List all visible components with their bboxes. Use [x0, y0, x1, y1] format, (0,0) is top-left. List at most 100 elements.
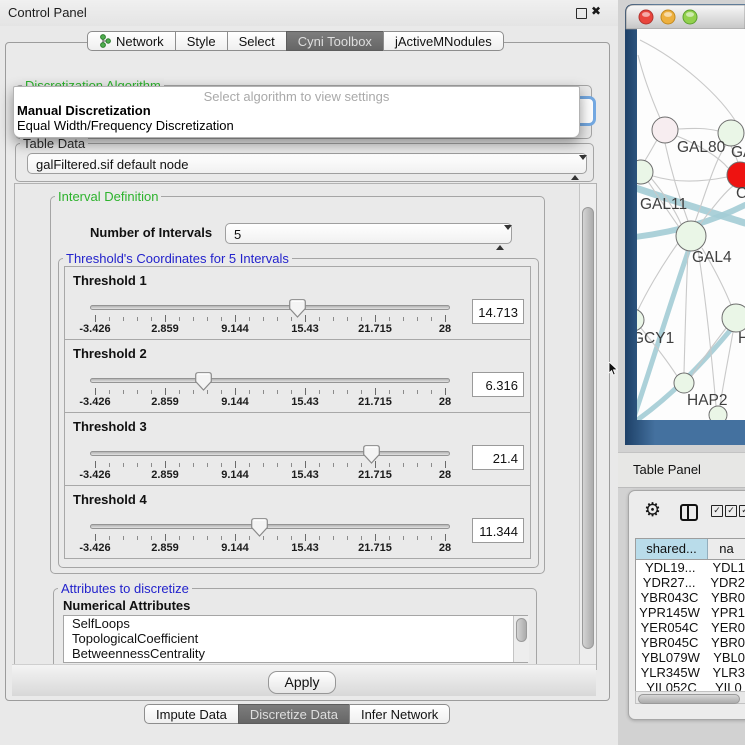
tab-select[interactable]: Select — [227, 31, 287, 51]
table-row[interactable]: YER054CYER0 — [636, 620, 745, 635]
H-node[interactable] — [722, 304, 745, 332]
tab-jactivemnodules[interactable]: jActiveMNodules — [383, 31, 504, 51]
cell-name[interactable]: YIL0 — [707, 680, 745, 691]
attributes-list-scrollbar-thumb[interactable] — [516, 618, 527, 642]
slider-tick-label: 9.144 — [205, 323, 265, 335]
table-row[interactable]: YIL052CYIL0 — [636, 680, 745, 691]
slider-tick — [221, 390, 222, 394]
tab-impute-data[interactable]: Impute Data — [144, 704, 239, 724]
cell-shared-name[interactable]: YER054C — [636, 620, 703, 635]
attributes-list-scrollbar[interactable] — [513, 616, 529, 662]
threshold-value-field[interactable]: 11.344 — [472, 518, 524, 543]
table-row[interactable]: YBL079WYBL0 — [636, 650, 745, 665]
table-data-combobox[interactable]: galFiltered.sif default node — [27, 153, 587, 174]
attribute-list-item[interactable]: TopologicalCoefficient — [64, 632, 527, 646]
tab-discretize-data-label: Discretize Data — [250, 707, 338, 722]
threshold-slider-thumb[interactable] — [251, 518, 268, 537]
cell-shared-name[interactable]: YPR145W — [636, 605, 703, 620]
numerical-attributes-list[interactable]: SelfLoopsTopologicalCoefficientBetweenne… — [63, 615, 528, 663]
slider-tick — [179, 463, 180, 467]
tab-discretize-data[interactable]: Discretize Data — [238, 704, 350, 724]
cell-name[interactable]: YDR2 — [702, 575, 745, 590]
slider-tick — [347, 317, 348, 321]
slider-tick — [277, 463, 278, 467]
split-pane-icon[interactable] — [680, 504, 698, 521]
vertical-scrollbar[interactable] — [579, 184, 596, 667]
checkbox-icon[interactable]: ✓ — [725, 505, 737, 517]
cell-name[interactable]: YLR3 — [704, 665, 745, 680]
cell-shared-name[interactable]: YIL052C — [636, 680, 707, 691]
gear-icon[interactable]: ⚙ — [644, 501, 661, 520]
cell-shared-name[interactable]: YBR045C — [636, 635, 703, 650]
table-row[interactable]: YLR345WYLR3 — [636, 665, 745, 680]
apply-button[interactable]: Apply — [268, 671, 336, 694]
vertical-scrollbar-thumb[interactable] — [582, 207, 594, 649]
threshold-slider-thumb[interactable] — [195, 372, 212, 391]
threshold-slider-track[interactable] — [90, 451, 450, 456]
cell-shared-name[interactable]: YLR345W — [636, 665, 704, 680]
numerical-attributes-heading: Numerical Attributes — [63, 598, 190, 613]
table-row[interactable]: YDL19...YDL1 — [636, 560, 745, 575]
slider-tick — [431, 317, 432, 321]
threshold-slider-track[interactable] — [90, 305, 450, 310]
threshold-slider-thumb[interactable] — [289, 299, 306, 318]
threshold-value-field[interactable]: 14.713 — [472, 299, 524, 324]
slider-tick — [319, 390, 320, 394]
slider-tick — [417, 390, 418, 394]
cell-shared-name[interactable]: YDL19... — [636, 560, 704, 575]
GAL4-node[interactable] — [676, 221, 706, 251]
slider-tick — [291, 390, 292, 394]
threshold-slider-thumb[interactable] — [363, 445, 380, 464]
table-row[interactable]: YBR043CYBR0 — [636, 590, 745, 605]
threshold-value-field[interactable]: 6.316 — [472, 372, 524, 397]
slider-tick — [277, 536, 278, 540]
tab-infer-network[interactable]: Infer Network — [349, 704, 450, 724]
table-row[interactable]: YPR145WYPR1 — [636, 605, 745, 620]
GAL80-node[interactable] — [652, 117, 678, 143]
table-header-row: shared... na — [635, 538, 745, 560]
cell-name[interactable]: YBL0 — [705, 650, 745, 665]
slider-tick — [445, 388, 446, 395]
slider-tick — [403, 536, 404, 540]
slider-tick — [375, 315, 376, 322]
threshold-slider-track[interactable] — [90, 524, 450, 529]
slider-tick-label: 28 — [415, 469, 475, 481]
cell-shared-name[interactable]: YBL079W — [636, 650, 705, 665]
cell-name[interactable]: YDL1 — [704, 560, 745, 575]
slider-tick-label: 2.859 — [135, 396, 195, 408]
cell-name[interactable]: YBR0 — [703, 590, 745, 605]
threshold-value-field[interactable]: 21.4 — [472, 445, 524, 470]
checkbox-icon[interactable]: ✓ — [739, 505, 745, 517]
cell-name[interactable]: YBR0 — [703, 635, 745, 650]
cell-shared-name[interactable]: YBR043C — [636, 590, 703, 605]
tab-style[interactable]: Style — [175, 31, 228, 51]
node-label: GA — [731, 144, 745, 161]
table-horizontal-scrollbar-thumb[interactable] — [638, 694, 740, 704]
number-of-intervals-combobox[interactable]: 5 — [225, 223, 512, 244]
cell-name[interactable]: YPR1 — [703, 605, 745, 620]
column-header-shared-name[interactable]: shared... — [636, 539, 708, 559]
network-view-window[interactable]: GAL80GACGAL11GAL4GCY1HHAP2 — [625, 4, 745, 445]
table-row[interactable]: YBR045CYBR0 — [636, 635, 745, 650]
slider-tick — [291, 463, 292, 467]
dropdown-option[interactable]: Manual Discretization — [17, 103, 151, 118]
HAP2-node[interactable] — [674, 373, 694, 393]
float-window-icon[interactable] — [576, 8, 587, 19]
slider-tick-label: 21.715 — [345, 396, 405, 408]
slider-tick-label: 15.43 — [275, 542, 335, 554]
tab-network[interactable]: Network — [87, 31, 176, 51]
table-row[interactable]: YDR27...YDR2 — [636, 575, 745, 590]
attribute-list-item[interactable]: BetweennessCentrality — [64, 647, 527, 661]
checkbox-icon[interactable]: ✓ — [711, 505, 723, 517]
tab-cyni-toolbox[interactable]: Cyni Toolbox — [286, 31, 384, 51]
cell-name[interactable]: YER0 — [703, 620, 745, 635]
slider-tick — [389, 463, 390, 467]
threshold-slider-track[interactable] — [90, 378, 450, 383]
table-horizontal-scrollbar[interactable] — [635, 691, 745, 704]
attribute-list-item[interactable]: SelfLoops — [64, 617, 527, 631]
dropdown-option[interactable]: Equal Width/Frequency Discretization — [17, 118, 234, 133]
cell-shared-name[interactable]: YDR27... — [636, 575, 702, 590]
column-header-name[interactable]: na — [708, 539, 745, 559]
close-icon[interactable]: ✖ — [591, 4, 601, 18]
slider-tick — [221, 463, 222, 467]
